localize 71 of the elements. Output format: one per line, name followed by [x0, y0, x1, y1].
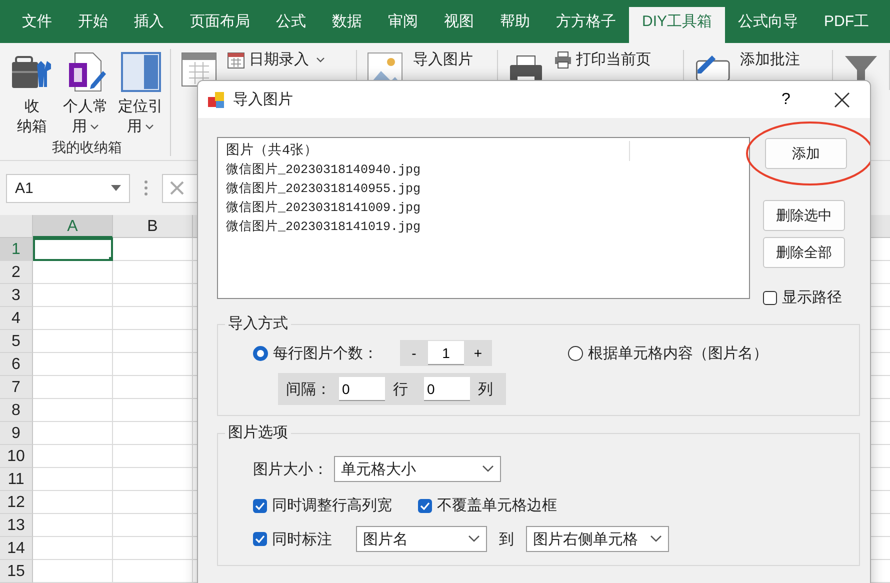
- ribbon-tab[interactable]: 方方格子: [543, 0, 629, 43]
- input-field[interactable]: 0: [339, 377, 385, 401]
- checkbox-label: 显示路径: [782, 288, 842, 307]
- ribbon-tab[interactable]: PDF工: [811, 0, 882, 43]
- radio-option[interactable]: 根据单元格内容（图片名）: [568, 344, 768, 362]
- ribbon-button[interactable]: 个人常 用: [60, 49, 111, 139]
- count-field[interactable]: 1: [428, 341, 464, 365]
- increment-button[interactable]: +: [464, 344, 492, 362]
- ribbon-tab[interactable]: 帮助: [487, 0, 543, 43]
- row-header[interactable]: 5: [0, 330, 33, 353]
- dialog-button[interactable]: 删除全部: [763, 237, 845, 268]
- file-list[interactable]: 图片（共4张） 微信图片_20230318140940.jpg 微信图片_20230318140955.jpg 微信图片_20230318141009.jpg 微信图片_20230318141019.jpg: [217, 137, 750, 299]
- decrement-button[interactable]: -: [400, 344, 428, 362]
- list-item[interactable]: 微信图片_20230318140940.jpg: [226, 161, 741, 180]
- ribbon-tab[interactable]: DIY工具箱: [629, 7, 726, 43]
- group-title: 图片选项: [225, 423, 291, 442]
- dropdown[interactable]: 单元格大小: [334, 456, 501, 482]
- ribbon-tab[interactable]: 页面布局: [177, 0, 263, 43]
- ribbon-tab[interactable]: 插入: [121, 0, 177, 43]
- row-header[interactable]: 14: [0, 537, 33, 560]
- row-header[interactable]: 4: [0, 307, 33, 330]
- row-header[interactable]: 13: [0, 514, 33, 537]
- list-item[interactable]: 微信图片_20230318141009.jpg: [226, 199, 741, 218]
- dropdown[interactable]: 图片右侧单元格: [526, 526, 669, 552]
- input-field[interactable]: 0: [424, 377, 470, 401]
- group-label: 我的收纳箱: [52, 139, 122, 157]
- row-header[interactable]: 6: [0, 353, 33, 376]
- checkbox-label: 不覆盖单元格边框: [437, 496, 557, 515]
- name-box[interactable]: A1: [6, 174, 130, 202]
- checkbox-label: 同时标注: [272, 530, 332, 548]
- ribbon-tab[interactable]: 数据: [319, 0, 375, 43]
- dropdown[interactable]: 图片名: [356, 526, 487, 552]
- row-header[interactable]: 10: [0, 445, 33, 468]
- dialog-title: 导入图片: [233, 90, 294, 109]
- ribbon-button[interactable]: 定位引 用: [115, 49, 166, 139]
- ribbon-tab[interactable]: 审阅: [375, 0, 431, 43]
- list-item[interactable]: 微信图片_20230318140955.jpg: [226, 180, 741, 199]
- ribbon-tab[interactable]: 开始: [65, 0, 121, 43]
- unit-label: 列: [478, 380, 493, 398]
- field-label: 图片大小：: [253, 460, 328, 478]
- ribbon-button[interactable]: 日期录入: [227, 50, 325, 69]
- dialog-button[interactable]: 添加: [765, 138, 847, 169]
- row-header[interactable]: 9: [0, 422, 33, 445]
- row-header[interactable]: 15: [0, 560, 33, 583]
- dialog-button[interactable]: 删除选中: [763, 200, 845, 231]
- column-header[interactable]: A: [33, 215, 113, 238]
- ribbon-tab[interactable]: 文件: [9, 0, 65, 43]
- ribbon-button[interactable]: 导入图片: [413, 50, 473, 69]
- list-item[interactable]: 微信图片_20230318141019.jpg: [226, 218, 741, 237]
- ribbon-button[interactable]: 打印当前页: [554, 50, 651, 69]
- list-header: 图片（共4张）: [226, 141, 630, 161]
- ribbon-tab[interactable]: 公式向导: [725, 0, 812, 43]
- row-header[interactable]: 7: [0, 376, 33, 399]
- field-label: 间隔：: [286, 380, 331, 398]
- ribbon-button[interactable]: 添加批注: [740, 50, 800, 69]
- ribbon-tab[interactable]: 视图: [431, 0, 487, 43]
- radio-option[interactable]: 每行图片个数：: [253, 344, 378, 362]
- ribbon-tab[interactable]: 公式: [263, 0, 319, 43]
- checkbox-label: 同时调整行高列宽: [272, 496, 392, 515]
- row-header[interactable]: 8: [0, 399, 33, 422]
- column-header[interactable]: B: [113, 215, 193, 238]
- help-button[interactable]: ?: [766, 84, 806, 114]
- row-header[interactable]: 11: [0, 468, 33, 491]
- row-header[interactable]: 2: [0, 261, 33, 284]
- group-title: 导入方式: [225, 314, 291, 333]
- row-header[interactable]: 1: [0, 238, 33, 261]
- field-label: 到: [499, 530, 514, 548]
- row-header[interactable]: 12: [0, 491, 33, 514]
- ribbon-button[interactable]: 收 纳箱: [8, 49, 56, 139]
- unit-label: 行: [393, 380, 408, 398]
- row-header[interactable]: 3: [0, 284, 33, 307]
